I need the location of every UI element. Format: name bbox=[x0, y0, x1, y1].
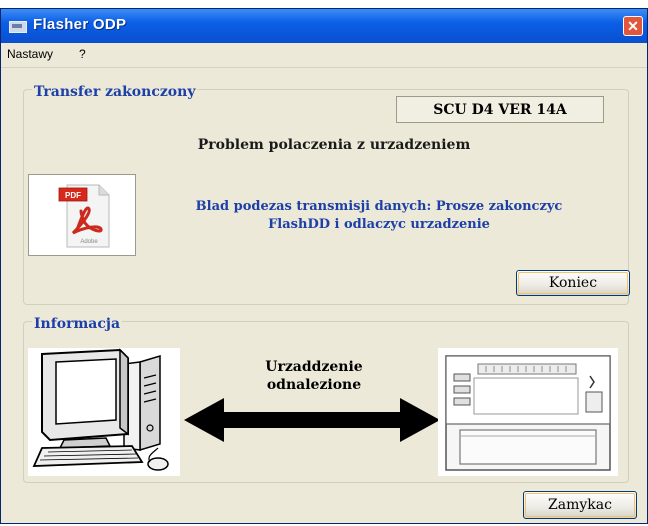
title-bar[interactable]: Flasher ODP ✕ bbox=[1, 9, 647, 43]
svg-text:PDF: PDF bbox=[65, 191, 81, 200]
close-button[interactable]: ✕ bbox=[623, 16, 643, 36]
zamykac-button-label: Zamykac bbox=[548, 497, 612, 513]
menu-bar: Nastawy ? bbox=[1, 43, 647, 68]
info-group: Informacja Urzaddzenie odnalezione bbox=[23, 316, 629, 483]
info-group-title: Informacja bbox=[32, 316, 123, 332]
error-message: Blad podezas transmisji danych: Prosze z… bbox=[154, 198, 604, 234]
window-title: Flasher ODP bbox=[33, 16, 127, 33]
device-icon bbox=[438, 348, 618, 476]
computer-graphic bbox=[32, 348, 169, 471]
pdf-document-icon: PDF Adobe bbox=[28, 174, 136, 256]
double-arrow-icon bbox=[184, 398, 440, 442]
koniec-button[interactable]: Koniec bbox=[516, 270, 630, 296]
svg-text:Adobe: Adobe bbox=[80, 239, 98, 245]
close-icon: ✕ bbox=[627, 18, 639, 34]
zamykac-button[interactable]: Zamykac bbox=[523, 491, 637, 519]
version-display: SCU D4 VER 14A bbox=[396, 96, 604, 123]
computer-icon bbox=[28, 348, 180, 476]
menu-item-help[interactable]: ? bbox=[79, 47, 86, 61]
error-line-1: Blad podezas transmisji danych: Prosze z… bbox=[195, 199, 563, 214]
transfer-group: Transfer zakonczony SCU D4 VER 14A Probl… bbox=[23, 84, 630, 305]
found-line-2: odnalezione bbox=[266, 377, 362, 393]
koniec-button-label: Koniec bbox=[548, 275, 598, 291]
device-found-message: Urzaddzenie odnalezione bbox=[224, 358, 404, 394]
found-line-1: Urzaddzenie bbox=[265, 359, 363, 375]
app-icon bbox=[9, 21, 27, 33]
transfer-group-title: Transfer zakonczony bbox=[32, 84, 198, 100]
error-line-2: FlashDD i odlaczyc urzadzenie bbox=[268, 217, 490, 232]
menu-item-nastawy[interactable]: Nastawy bbox=[7, 47, 53, 61]
app-window: Flasher ODP ✕ Nastawy ? Transfer zakoncz… bbox=[0, 8, 648, 524]
pdf-icon-graphic: PDF Adobe bbox=[58, 184, 110, 248]
device-graphic bbox=[445, 355, 611, 471]
problem-message: Problem polaczenia z urzadzeniem bbox=[197, 137, 471, 153]
